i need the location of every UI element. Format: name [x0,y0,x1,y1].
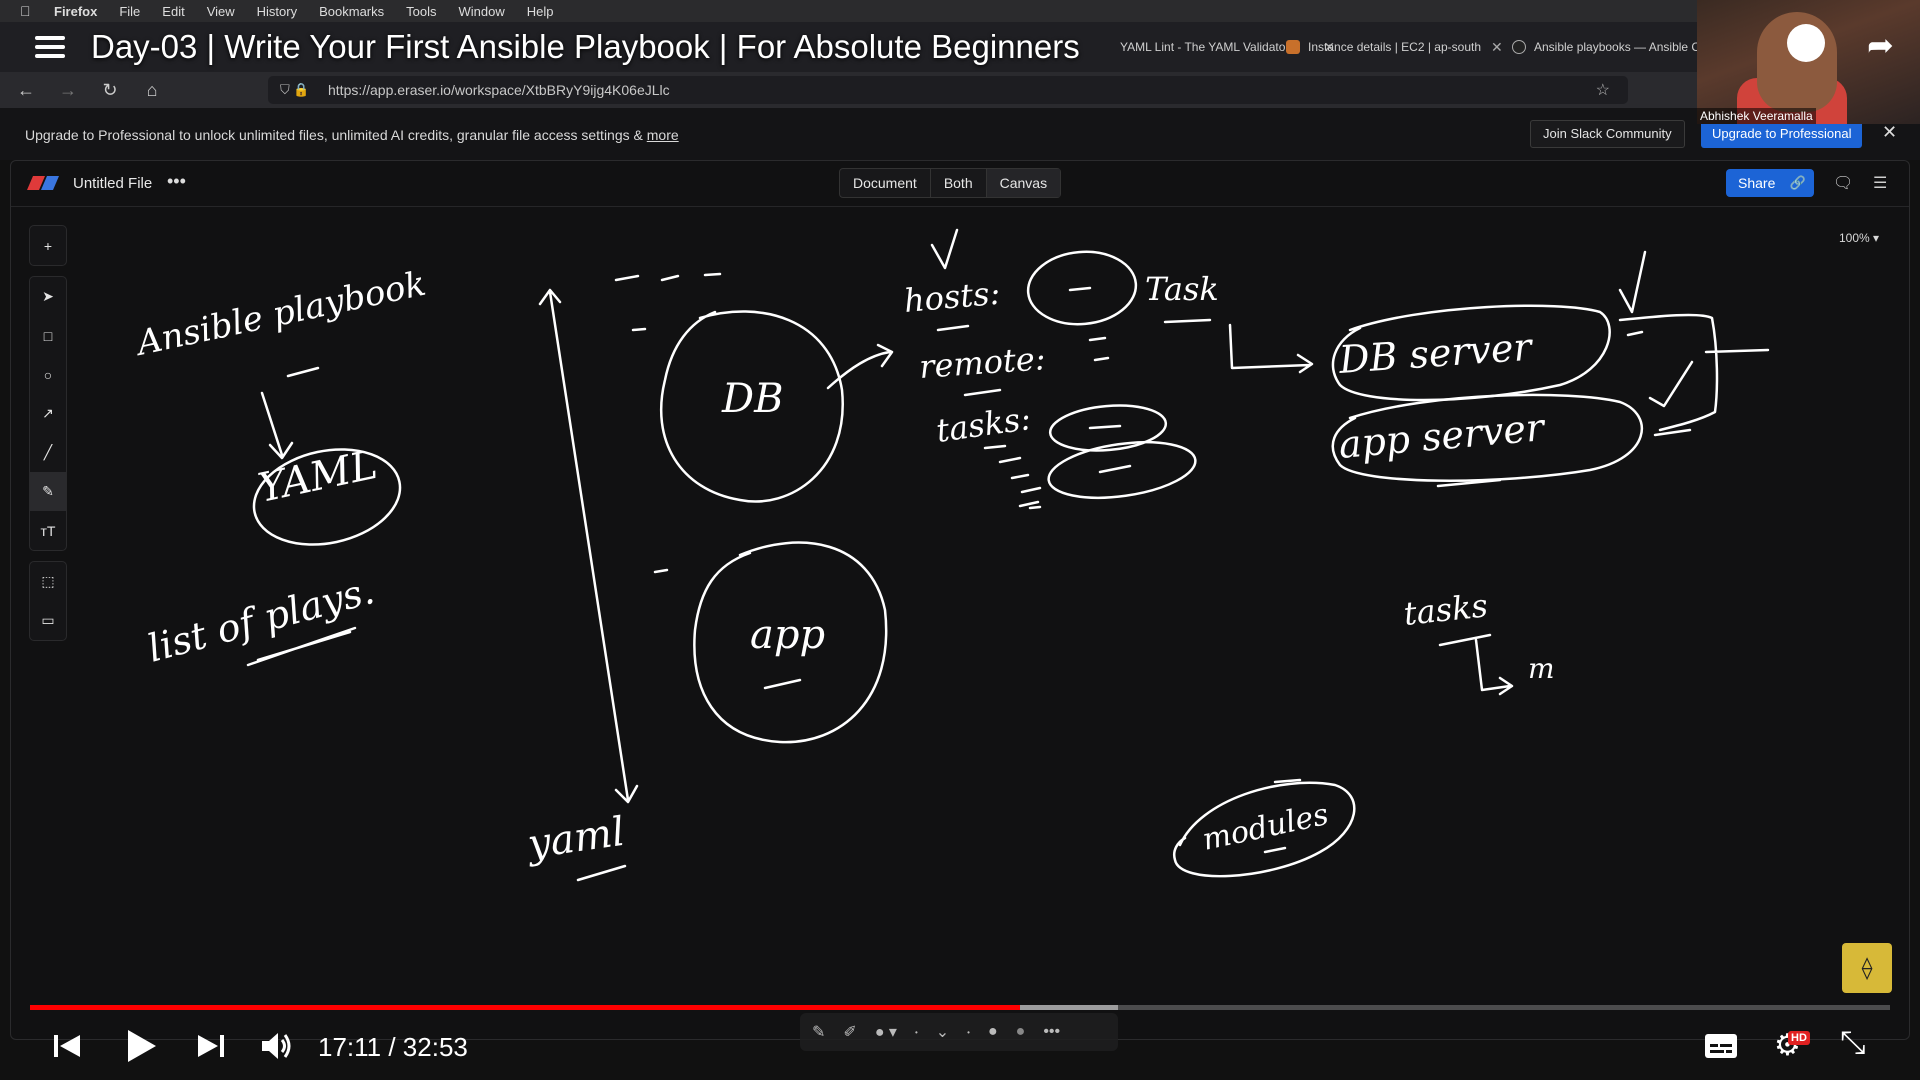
next-icon[interactable] [196,1032,226,1060]
screen:  Firefox File Edit View History Bookmar… [0,0,1920,1080]
chevron-down-icon[interactable]: ⌄ [936,1022,949,1042]
ink-underline [286,366,320,378]
ink-tasks-arrow [1438,633,1514,696]
text-tasks-2: tasks [1402,586,1490,633]
hd-badge: HD [1788,1031,1810,1045]
ink-dashes [614,272,722,332]
ink-task-ellipse [1047,441,1197,499]
brush-size-icon[interactable]: ● ▾ [875,1022,897,1042]
text-yaml-bottom: yaml [523,809,628,868]
text-m: m [1528,652,1555,685]
dot-small-icon[interactable]: • [967,1028,970,1037]
color-white-icon[interactable]: ● [988,1023,998,1041]
watch-later-icon[interactable] [1787,24,1825,62]
text-app: app [750,612,825,658]
dot-small-icon[interactable]: • [915,1028,918,1037]
presenter-name: Abhishek Veeramalla [1697,108,1816,124]
text-task: Task [1145,270,1219,308]
ink-arrow-down [260,391,294,460]
subtitles-icon[interactable] [1704,1032,1738,1060]
volume-icon[interactable] [260,1030,294,1062]
presenter-webcam: ➦ Abhishek Veeramalla [1697,0,1920,124]
text-db-server: DB server [1337,324,1536,382]
ink-checkmark [1648,360,1694,408]
text-db: DB [721,376,783,422]
text-tasks: tasks: [934,399,1033,450]
previous-icon[interactable] [52,1032,82,1060]
ink-checkmark [930,228,959,270]
ink-checkmark [1618,250,1647,314]
text-ansible-playbook-1: Ansible playbook [131,264,430,365]
ink-db-arrow [826,343,894,390]
whiteboard-canvas[interactable]: Ansible playbook YAML list of plays. DB … [0,0,1920,1080]
video-progress-bar[interactable] [30,1005,1890,1010]
ink-bracket [1618,313,1770,437]
video-progress-fill [30,1005,1020,1010]
ink-underline [576,864,627,882]
more-icon[interactable]: ••• [1043,1023,1060,1041]
exit-fullscreen-icon[interactable]: ⤡ [1840,1024,1866,1062]
text-list-of-plays: list of plays. [143,568,379,671]
ink-task-arrow [1228,323,1314,374]
video-timecode: 17:11 / 32:53 [318,1032,468,1062]
text-remote: remote: [918,339,1047,386]
share-arrow-icon[interactable]: ➦ [1867,26,1894,64]
pen-icon[interactable]: ✎ [812,1022,825,1042]
ink-vertical-arrow [538,288,639,804]
play-icon[interactable] [126,1028,158,1064]
text-hosts: hosts: [902,274,1001,320]
pen-options-tray: ✎ ✐ ● ▾ • ⌄ • ● ● ••• [800,1013,1118,1051]
color-gray-icon[interactable]: ● [1016,1023,1026,1041]
text-app-server: app server [1337,405,1549,467]
magic-ai-icon[interactable]: ⟠ [1842,943,1892,993]
highlighter-icon[interactable]: ✐ [843,1022,856,1042]
